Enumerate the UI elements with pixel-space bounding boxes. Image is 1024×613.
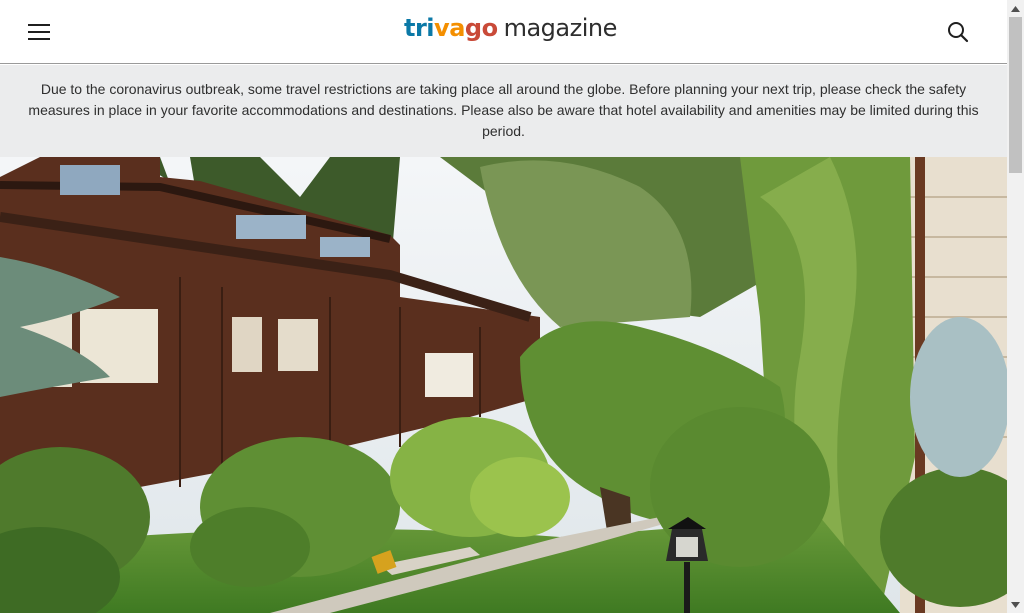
scroll-up-arrow-icon[interactable] (1007, 0, 1024, 17)
logo-text-tri: tri (404, 14, 435, 42)
site-header: tri va go magazine (0, 0, 1007, 64)
page: tri va go magazine Due to the coronavirus o… (0, 0, 1007, 613)
coronavirus-notice-banner: Due to the coronavirus outbreak, some tr… (0, 65, 1007, 157)
trivago-magazine-logo[interactable]: tri va go magazine (404, 14, 617, 48)
logo-text-magazine: magazine (503, 14, 618, 42)
logo-text-go: go (464, 14, 498, 42)
notice-text: Due to the coronavirus outbreak, some tr… (28, 81, 979, 139)
logo-text-va: va (434, 14, 465, 42)
scrollbar-track[interactable] (1007, 0, 1024, 613)
hero-image (0, 157, 1007, 613)
hamburger-menu-icon[interactable] (24, 18, 54, 46)
search-icon[interactable] (944, 18, 972, 46)
scroll-down-arrow-icon[interactable] (1007, 596, 1024, 613)
scrollbar-thumb[interactable] (1009, 17, 1022, 173)
hotel-courtyard-photo (0, 157, 1007, 613)
